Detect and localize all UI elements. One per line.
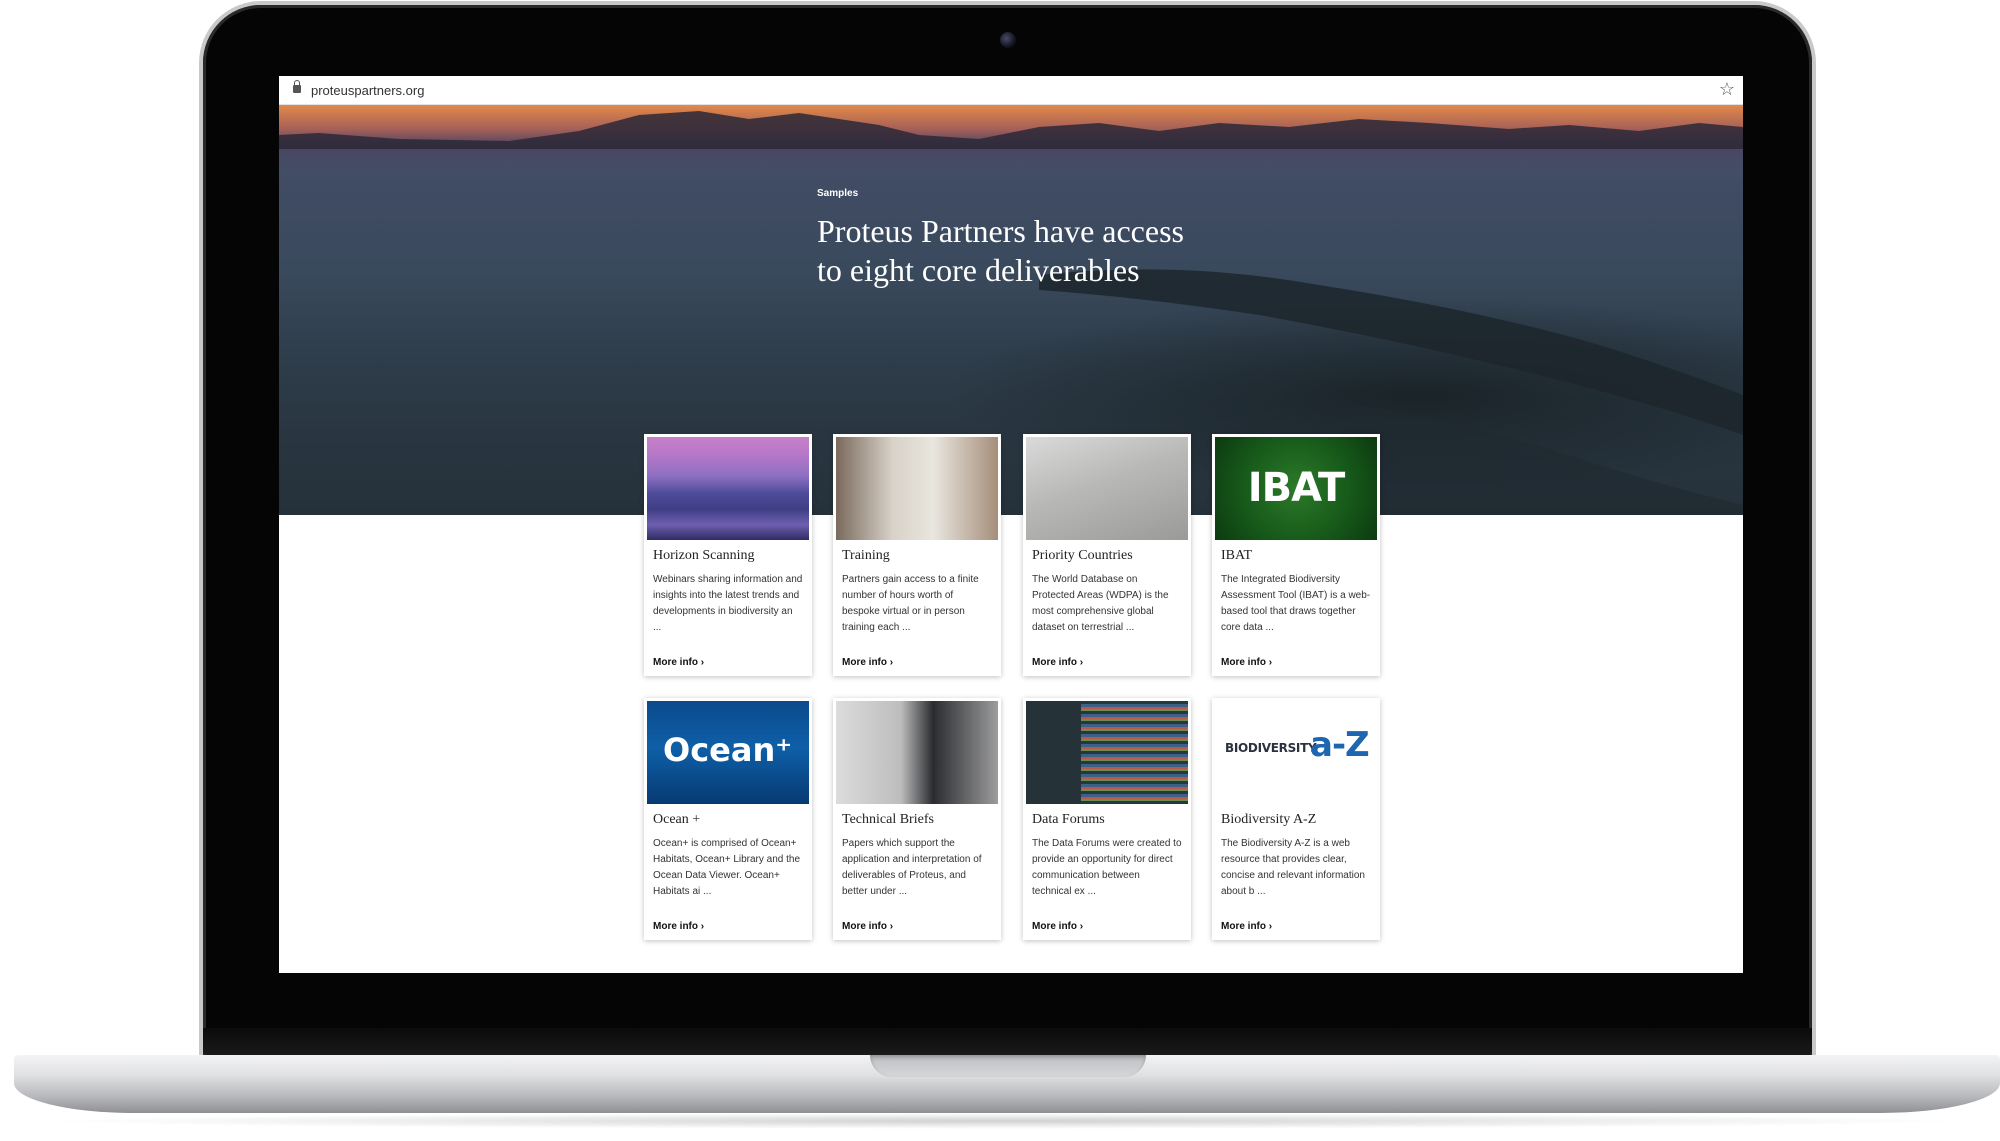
card-description: The World Database on Protected Areas (W… — [1032, 574, 1169, 633]
hero-banner: Samples Proteus Partners have access to … — [279, 105, 1743, 515]
card-description: Papers which support the application and… — [842, 838, 982, 897]
biodiversity-logo-word: BIODIVERSITY — [1225, 741, 1317, 755]
more-info-link[interactable]: More info › — [653, 657, 704, 668]
card-description: The Biodiversity A-Z is a web resource t… — [1221, 838, 1365, 897]
hero-landscape-image — [279, 111, 1743, 515]
card-description: The Data Forums were created to provide … — [1032, 838, 1182, 897]
lock-icon — [293, 80, 301, 93]
card-title: Training — [842, 548, 890, 563]
ibat-logo: IBAT — [1247, 465, 1346, 511]
card-image — [1026, 701, 1188, 804]
card-ibat[interactable]: IBAT IBAT The Integrated Biodiversity As… — [1212, 434, 1380, 676]
url-text[interactable]: proteuspartners.org — [311, 83, 424, 98]
card-image — [836, 437, 998, 540]
card-technical-briefs[interactable]: Technical Briefs Papers which support th… — [833, 698, 1001, 940]
bookmark-star-icon[interactable]: ☆ — [1719, 79, 1735, 99]
card-image: BIODIVERSITY a-Z — [1215, 701, 1377, 804]
card-description: Ocean+ is comprised of Ocean+ Habitats, … — [653, 838, 801, 897]
laptop-notch — [870, 1055, 1146, 1077]
more-info-link[interactable]: More info › — [653, 921, 704, 932]
laptop-hinge — [203, 1028, 1812, 1056]
more-info-link[interactable]: More info › — [842, 921, 893, 932]
card-biodiversity-a-z[interactable]: BIODIVERSITY a-Z Biodiversity A-Z The Bi… — [1212, 698, 1380, 940]
card-title: Priority Countries — [1032, 548, 1133, 563]
card-title: Ocean + — [653, 812, 701, 827]
card-image: Ocean⁺ — [647, 701, 809, 804]
card-title: Data Forums — [1032, 812, 1105, 827]
more-info-link[interactable]: More info › — [1221, 921, 1272, 932]
browser-address-bar[interactable]: proteuspartners.org ☆ — [279, 76, 1743, 105]
card-image — [1026, 437, 1188, 540]
laptop-shadow — [40, 1113, 1970, 1129]
laptop-screen: proteuspartners.org ☆ Samples Proteus Pa… — [279, 76, 1743, 973]
more-info-link[interactable]: More info › — [1032, 921, 1083, 932]
card-horizon-scanning[interactable]: Horizon Scanning Webinars sharing inform… — [644, 434, 812, 676]
card-ocean-plus[interactable]: Ocean⁺ Ocean + Ocean+ is comprised of Oc… — [644, 698, 812, 940]
card-priority-countries[interactable]: Priority Countries The World Database on… — [1023, 434, 1191, 676]
more-info-link[interactable]: More info › — [842, 657, 893, 668]
card-description: Webinars sharing information and insight… — [653, 574, 803, 633]
card-description: The Integrated Biodiversity Assessment T… — [1221, 574, 1371, 633]
card-training[interactable]: Training Partners gain access to a finit… — [833, 434, 1001, 676]
card-description: Partners gain access to a finite number … — [842, 574, 979, 633]
card-title: Horizon Scanning — [653, 548, 755, 563]
webcam-icon — [1000, 32, 1016, 48]
card-title: Technical Briefs — [842, 812, 934, 827]
ocean-plus-logo: Ocean⁺ — [663, 731, 793, 769]
card-image — [836, 701, 998, 804]
biodiversity-logo-az: a-Z — [1310, 725, 1370, 765]
more-info-link[interactable]: More info › — [1221, 657, 1272, 668]
card-image: IBAT — [1215, 437, 1377, 540]
card-image — [647, 437, 809, 540]
card-data-forums[interactable]: Data Forums The Data Forums were created… — [1023, 698, 1191, 940]
more-info-link[interactable]: More info › — [1032, 657, 1083, 668]
hero-title: Proteus Partners have access to eight co… — [817, 213, 1184, 288]
hero-label: Samples — [817, 188, 859, 199]
card-title: Biodiversity A-Z — [1221, 812, 1317, 827]
card-title: IBAT — [1221, 548, 1253, 563]
